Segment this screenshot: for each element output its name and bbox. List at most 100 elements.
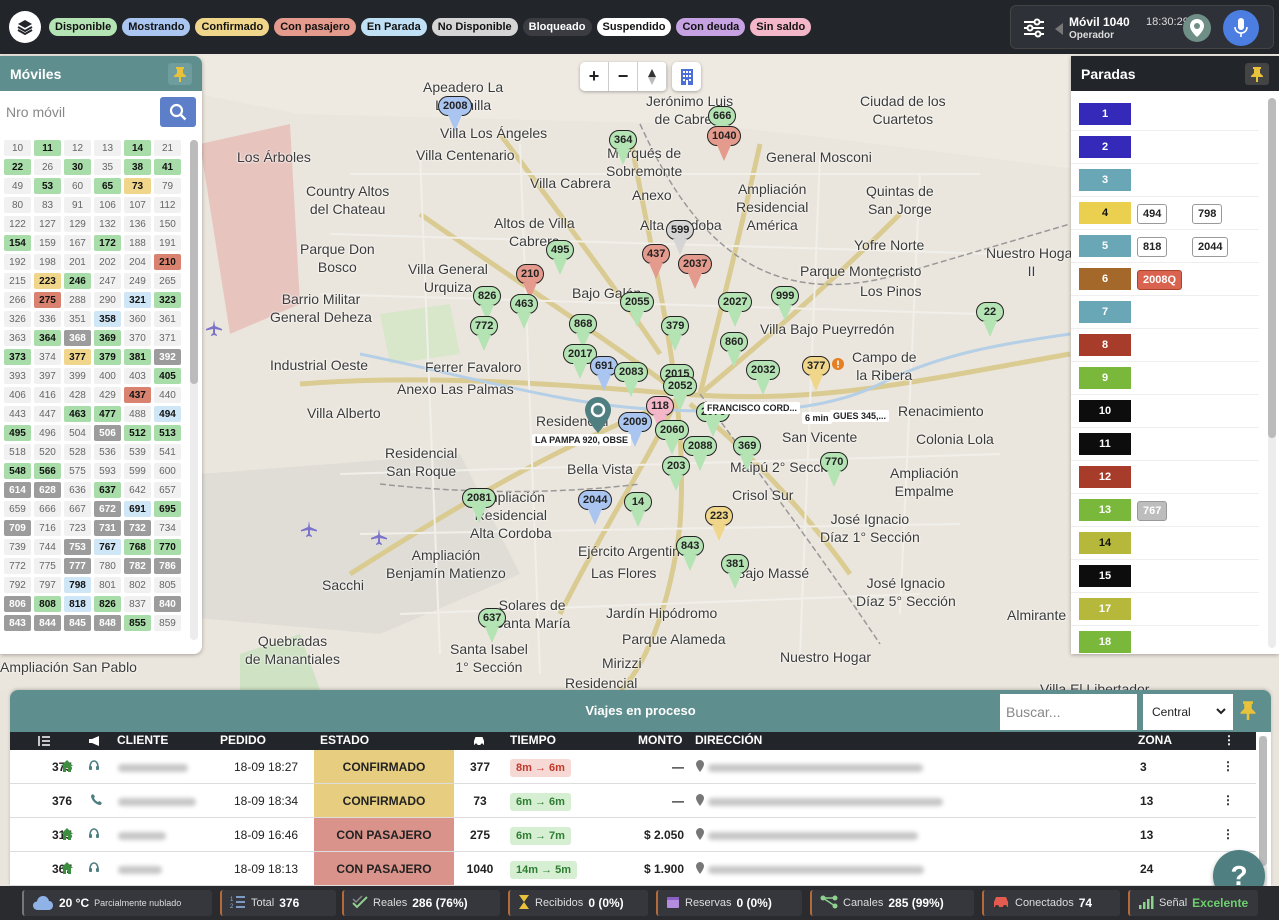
movil-cell[interactable]: 14	[124, 140, 151, 156]
sort-list-icon[interactable]	[38, 735, 50, 747]
trip-row[interactable]: 376 18-09 18:34 CONFIRMADO 73 6m → 6m — 13 ⋮	[10, 784, 1256, 818]
movil-cell[interactable]: 695	[154, 501, 181, 517]
movil-cell[interactable]: 49	[4, 178, 31, 194]
legend-chip-suspendido[interactable]: Suspendido	[596, 18, 672, 36]
vehicle-marker[interactable]: 2088	[683, 436, 718, 471]
col-tiempo[interactable]: TIEMPO	[510, 733, 556, 747]
movil-cell[interactable]: 437	[124, 387, 151, 403]
scroll-thumb[interactable]	[1268, 98, 1276, 438]
movil-cell[interactable]: 397	[34, 368, 61, 384]
col-pedido[interactable]: PEDIDO	[220, 733, 266, 747]
movil-cell[interactable]: 440	[154, 387, 181, 403]
movil-cell[interactable]: 12	[64, 140, 91, 156]
movil-cell[interactable]: 393	[4, 368, 31, 384]
movil-cell[interactable]: 403	[124, 368, 151, 384]
legend-chip-no-disponible[interactable]: No Disponible	[431, 18, 518, 36]
movil-cell[interactable]: 599	[124, 463, 151, 479]
movil-cell[interactable]: 520	[34, 444, 61, 460]
movil-cell[interactable]: 11	[34, 140, 61, 156]
legend-chip-con-pasajero[interactable]: Con pasajero	[274, 18, 356, 36]
row-menu-icon[interactable]: ⋮	[1222, 827, 1234, 841]
movil-cell[interactable]: 288	[64, 292, 91, 308]
movil-cell[interactable]: 132	[94, 216, 121, 232]
car-icon[interactable]	[472, 735, 486, 747]
parada-row[interactable]: 17	[1071, 593, 1259, 626]
legend-chip-confirmado[interactable]: Confirmado	[195, 18, 270, 36]
movil-cell[interactable]: 321	[124, 292, 151, 308]
movil-cell[interactable]: 506	[94, 425, 121, 441]
movil-cell[interactable]: 38	[124, 159, 151, 175]
movil-cell[interactable]: 837	[124, 596, 151, 612]
movil-cell[interactable]: 150	[154, 216, 181, 232]
movil-cell[interactable]: 204	[124, 254, 151, 270]
movil-cell[interactable]: 744	[34, 539, 61, 555]
legend-chip-sin-saldo[interactable]: Sin saldo	[750, 18, 812, 36]
vehicle-marker[interactable]: 2044	[578, 490, 613, 525]
vehicle-marker[interactable]: 2060	[655, 420, 690, 455]
parada-movil-badge[interactable]: 767	[1137, 501, 1168, 521]
movil-cell[interactable]: 107	[124, 197, 151, 213]
parada-movil-badge[interactable]: 798	[1192, 204, 1223, 224]
movil-cell[interactable]: 129	[64, 216, 91, 232]
movil-cell[interactable]: 246	[64, 273, 91, 289]
movil-cell[interactable]: 541	[154, 444, 181, 460]
movil-cell[interactable]: 659	[4, 501, 31, 517]
scroll-thumb[interactable]	[1259, 736, 1267, 866]
vehicle-marker[interactable]: 437	[642, 244, 671, 279]
col-estado[interactable]: ESTADO	[320, 733, 369, 747]
movil-cell[interactable]: 642	[124, 482, 151, 498]
movil-cell[interactable]: 848	[94, 615, 121, 631]
movil-cell[interactable]: 636	[64, 482, 91, 498]
vehicle-marker[interactable]: 463	[510, 294, 539, 329]
vehicle-marker[interactable]: 118	[646, 396, 674, 431]
vehicle-marker[interactable]: 2009	[618, 412, 653, 447]
col-direccion[interactable]: DIRECCIÓN	[695, 733, 762, 747]
movil-cell[interactable]: 504	[64, 425, 91, 441]
pin-icon[interactable]	[1239, 700, 1257, 720]
vehicle-marker[interactable]: 369	[733, 436, 762, 471]
movil-cell[interactable]: 167	[64, 235, 91, 251]
col-zona[interactable]: ZONA	[1138, 733, 1172, 747]
movil-cell[interactable]: 13	[94, 140, 121, 156]
movil-cell[interactable]: 792	[4, 577, 31, 593]
vehicle-marker[interactable]: 666	[708, 106, 737, 141]
movil-cell[interactable]: 723	[64, 520, 91, 536]
movil-cell[interactable]: 21	[154, 140, 181, 156]
settings-sliders-icon[interactable]	[1023, 18, 1045, 38]
col-monto[interactable]: MONTO	[638, 733, 682, 747]
movil-cell[interactable]: 215	[4, 273, 31, 289]
movil-cell[interactable]: 802	[124, 577, 151, 593]
parada-row[interactable]: 5 818 2044	[1071, 230, 1259, 263]
movil-cell[interactable]: 198	[34, 254, 61, 270]
pin-button[interactable]	[168, 62, 192, 85]
movil-cell[interactable]: 739	[4, 539, 31, 555]
movil-cell[interactable]: 127	[34, 216, 61, 232]
trips-search-input[interactable]	[1000, 694, 1137, 730]
vehicle-marker[interactable]: 2081	[462, 488, 497, 523]
parada-row[interactable]: 11	[1071, 428, 1259, 461]
movil-cell[interactable]: 373	[4, 349, 31, 365]
movil-cell[interactable]: 30	[64, 159, 91, 175]
movil-cell[interactable]: 855	[124, 615, 151, 631]
movil-cell[interactable]: 374	[34, 349, 61, 365]
movil-cell[interactable]: 91	[64, 197, 91, 213]
movil-cell[interactable]: 808	[34, 596, 61, 612]
movil-cell[interactable]: 477	[94, 406, 121, 422]
map-pin-icon[interactable]	[585, 397, 611, 433]
movil-cell[interactable]: 528	[64, 444, 91, 460]
movil-cell[interactable]: 247	[94, 273, 121, 289]
movil-cell[interactable]: 290	[94, 292, 121, 308]
movil-cell[interactable]: 405	[154, 368, 181, 384]
movil-cell[interactable]: 513	[154, 425, 181, 441]
movil-cell[interactable]: 637	[94, 482, 121, 498]
movil-cell[interactable]: 614	[4, 482, 31, 498]
paradas-scrollbar[interactable]	[1268, 98, 1276, 648]
movil-cell[interactable]: 732	[124, 520, 151, 536]
megaphone-icon[interactable]	[88, 735, 102, 747]
movil-cell[interactable]: 223	[34, 273, 61, 289]
search-button[interactable]	[160, 97, 196, 127]
movil-cell[interactable]: 370	[124, 330, 151, 346]
parada-row[interactable]: 6 2008Q	[1071, 263, 1259, 296]
movil-cell[interactable]: 512	[124, 425, 151, 441]
parada-row[interactable]: 2	[1071, 131, 1259, 164]
